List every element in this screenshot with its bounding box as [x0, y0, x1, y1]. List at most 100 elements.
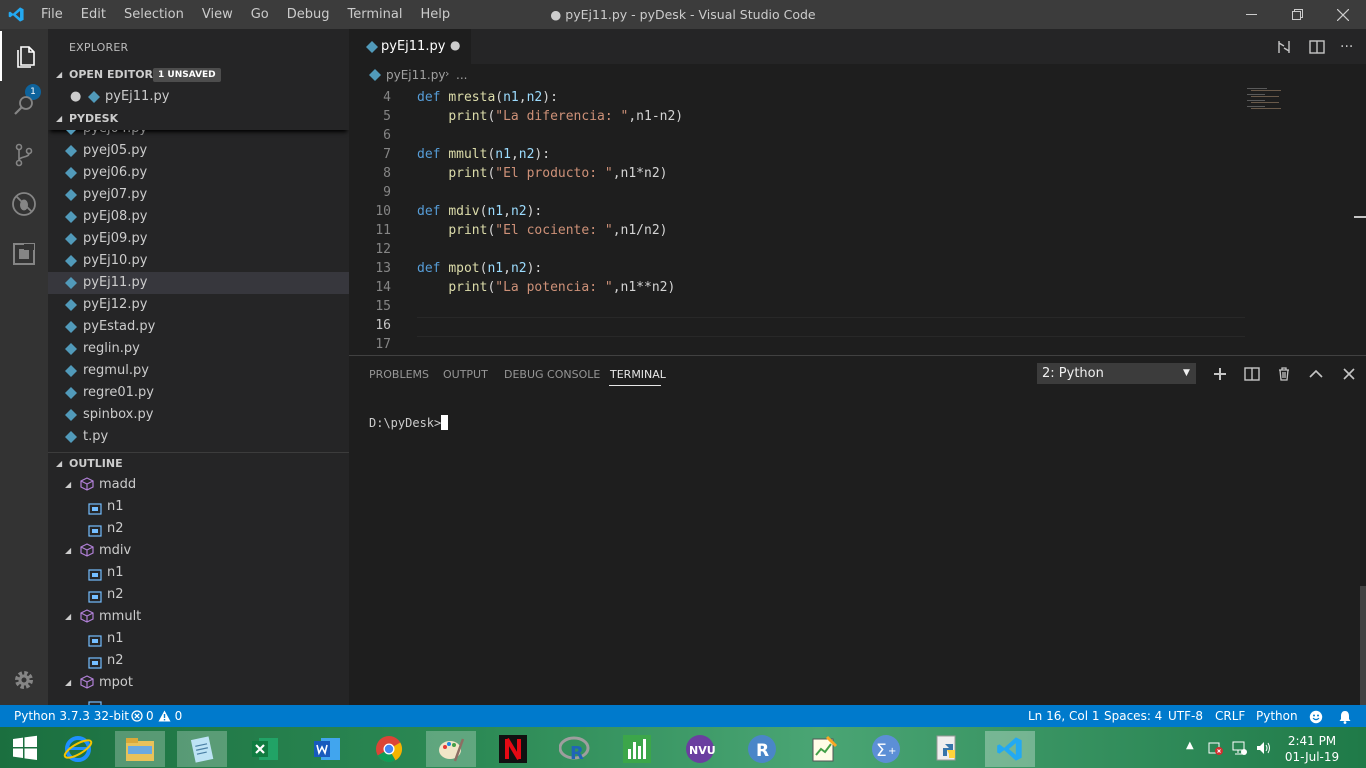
minimize-button[interactable] — [1228, 0, 1274, 29]
unsaved-dot-icon[interactable]: ● — [450, 38, 460, 52]
kill-terminal-button[interactable] — [1276, 366, 1292, 382]
file-tree-item[interactable]: pyej04.py — [48, 130, 349, 140]
taskbar-python[interactable] — [923, 731, 973, 767]
debug-activity[interactable] — [0, 179, 48, 229]
taskbar-explorer[interactable] — [115, 731, 165, 767]
file-tree-item[interactable]: reglin.py — [48, 338, 349, 360]
line-ending[interactable]: CRLF — [1215, 705, 1245, 727]
tab-output[interactable]: OUTPUT — [443, 368, 488, 381]
file-tree-item[interactable]: pyEj09.py — [48, 228, 349, 250]
split-terminal-button[interactable] — [1244, 366, 1260, 382]
language-mode[interactable]: Python — [1256, 705, 1298, 727]
menu-debug[interactable]: Debug — [278, 0, 339, 29]
menu-help[interactable]: Help — [411, 0, 459, 29]
taskbar-r[interactable]: R — [550, 731, 600, 767]
search-activity[interactable] — [0, 81, 48, 131]
file-tree-item[interactable]: spinbox.py — [48, 404, 349, 426]
tray-volume[interactable] — [1256, 740, 1272, 760]
open-editors-section[interactable]: ◢ OPEN EDITORS 1 UNSAVED — [48, 64, 349, 86]
taskbar-chrome[interactable] — [364, 731, 414, 767]
extensions-activity[interactable] — [0, 229, 48, 279]
minimap[interactable] — [1245, 86, 1305, 116]
file-tree-item[interactable]: regre01.py — [48, 382, 349, 404]
code-line[interactable]: print("La potencia: ",n1**n2) — [417, 280, 675, 295]
terminal-output[interactable]: D:\pyDesk> — [369, 415, 449, 430]
outline-param-item[interactable]: n1 — [48, 628, 349, 650]
taskbar-charts-app[interactable] — [612, 731, 662, 767]
code-line[interactable]: print("La diferencia: ",n1-n2) — [417, 109, 683, 124]
new-terminal-button[interactable] — [1212, 366, 1228, 382]
code-line[interactable]: def mmult(n1,n2): — [417, 147, 550, 162]
menu-go[interactable]: Go — [242, 0, 278, 29]
file-tree-item[interactable]: regmul.py — [48, 360, 349, 382]
source-control-activity[interactable] — [0, 130, 48, 180]
outline-param-item[interactable]: n2 — [48, 584, 349, 606]
menu-terminal[interactable]: Terminal — [339, 0, 412, 29]
file-tree-item[interactable]: pyEj08.py — [48, 206, 349, 228]
file-tree-item[interactable]: pyEstad.py — [48, 316, 349, 338]
taskbar-paint[interactable] — [426, 731, 476, 767]
outline-section[interactable]: ◢ OUTLINE — [48, 452, 349, 475]
explorer-activity[interactable] — [0, 31, 50, 81]
taskbar-excel[interactable] — [240, 731, 290, 767]
tab-problems[interactable]: PROBLEMS — [369, 368, 429, 381]
breadcrumb-symbol[interactable]: ... — [456, 68, 467, 82]
taskbar-netflix[interactable] — [488, 731, 538, 767]
file-tree-item[interactable]: pyEj10.py — [48, 250, 349, 272]
taskbar-notepad[interactable] — [177, 731, 227, 767]
terminal-scrollbar[interactable] — [1360, 586, 1366, 706]
outline-param-item[interactable]: n1 — [48, 562, 349, 584]
tab-debug-console[interactable]: DEBUG CONSOLE — [504, 368, 600, 381]
menu-file[interactable]: File — [32, 0, 72, 29]
outline-param-item[interactable]: n2 — [48, 518, 349, 540]
outline-param-item[interactable]: n1 — [48, 496, 349, 518]
tray-network[interactable] — [1232, 740, 1248, 760]
menu-view[interactable]: View — [193, 0, 242, 29]
manage-activity[interactable] — [0, 655, 48, 705]
file-tree-item[interactable]: pyej06.py — [48, 162, 349, 184]
code-editor[interactable]: 4 def mresta(n1,n2): 5 print("La diferenci… — [349, 86, 1366, 354]
taskbar-nvu[interactable]: NVU — [675, 731, 725, 767]
taskbar-rstudio[interactable]: R — [737, 731, 787, 767]
problems-indicator[interactable]: 0 0 — [131, 705, 182, 727]
taskbar-math-app[interactable]: Σ + — [861, 731, 911, 767]
file-tree-item[interactable]: pyEj12.py — [48, 294, 349, 316]
tray-clock[interactable]: 2:41 PM 01-Jul-19 — [1282, 733, 1342, 765]
more-actions-button[interactable]: ··· — [1340, 38, 1360, 56]
editor-tab-pyej11[interactable]: pyEj11.py ● — [349, 29, 471, 64]
code-line[interactable]: print("El cociente: ",n1/n2) — [417, 223, 667, 238]
encoding[interactable]: UTF-8 — [1168, 705, 1203, 727]
close-window-button[interactable] — [1320, 0, 1366, 29]
code-line[interactable]: def mdiv(n1,n2): — [417, 204, 542, 219]
code-line[interactable]: def mpot(n1,n2): — [417, 261, 542, 276]
start-button[interactable] — [0, 727, 50, 768]
outline-function-item[interactable]: ◢ mdiv — [48, 540, 349, 562]
outline-param-item[interactable] — [48, 694, 349, 705]
split-editor-button[interactable] — [1308, 38, 1328, 56]
code-line[interactable]: def mresta(n1,n2): — [417, 90, 558, 105]
python-interpreter[interactable]: Python 3.7.3 32-bit — [14, 705, 129, 727]
menu-selection[interactable]: Selection — [115, 0, 193, 29]
open-editor-item[interactable]: ● pyEj11.py — [48, 86, 349, 108]
taskbar-vscode[interactable] — [985, 731, 1035, 767]
taskbar-editor-app[interactable] — [799, 731, 849, 767]
tab-terminal[interactable]: TERMINAL — [610, 368, 666, 381]
file-tree-item[interactable]: pyEj11.py — [48, 272, 349, 294]
file-tree-item[interactable]: pyej05.py — [48, 140, 349, 162]
maximize-panel-button[interactable] — [1308, 366, 1324, 382]
menu-edit[interactable]: Edit — [72, 0, 115, 29]
restore-button[interactable] — [1274, 0, 1320, 29]
outline-param-item[interactable]: n2 — [48, 650, 349, 672]
indentation[interactable]: Spaces: 4 — [1104, 705, 1162, 727]
terminal-select[interactable]: 2: Python ▼ — [1037, 363, 1196, 384]
show-hidden-icons-button[interactable]: ▲ — [1186, 740, 1194, 751]
file-tree-item[interactable]: pyej07.py — [48, 184, 349, 206]
breadcrumb-file[interactable]: pyEj11.py — [386, 68, 445, 82]
taskbar-ie[interactable] — [53, 731, 103, 767]
taskbar-word[interactable] — [302, 731, 352, 767]
outline-function-item[interactable]: ◢ mpot — [48, 672, 349, 694]
outline-function-item[interactable]: ◢ mmult — [48, 606, 349, 628]
cursor-position[interactable]: Ln 16, Col 1 — [1028, 705, 1100, 727]
file-tree-item[interactable]: t.py — [48, 426, 349, 448]
tray-security[interactable] — [1208, 740, 1224, 760]
